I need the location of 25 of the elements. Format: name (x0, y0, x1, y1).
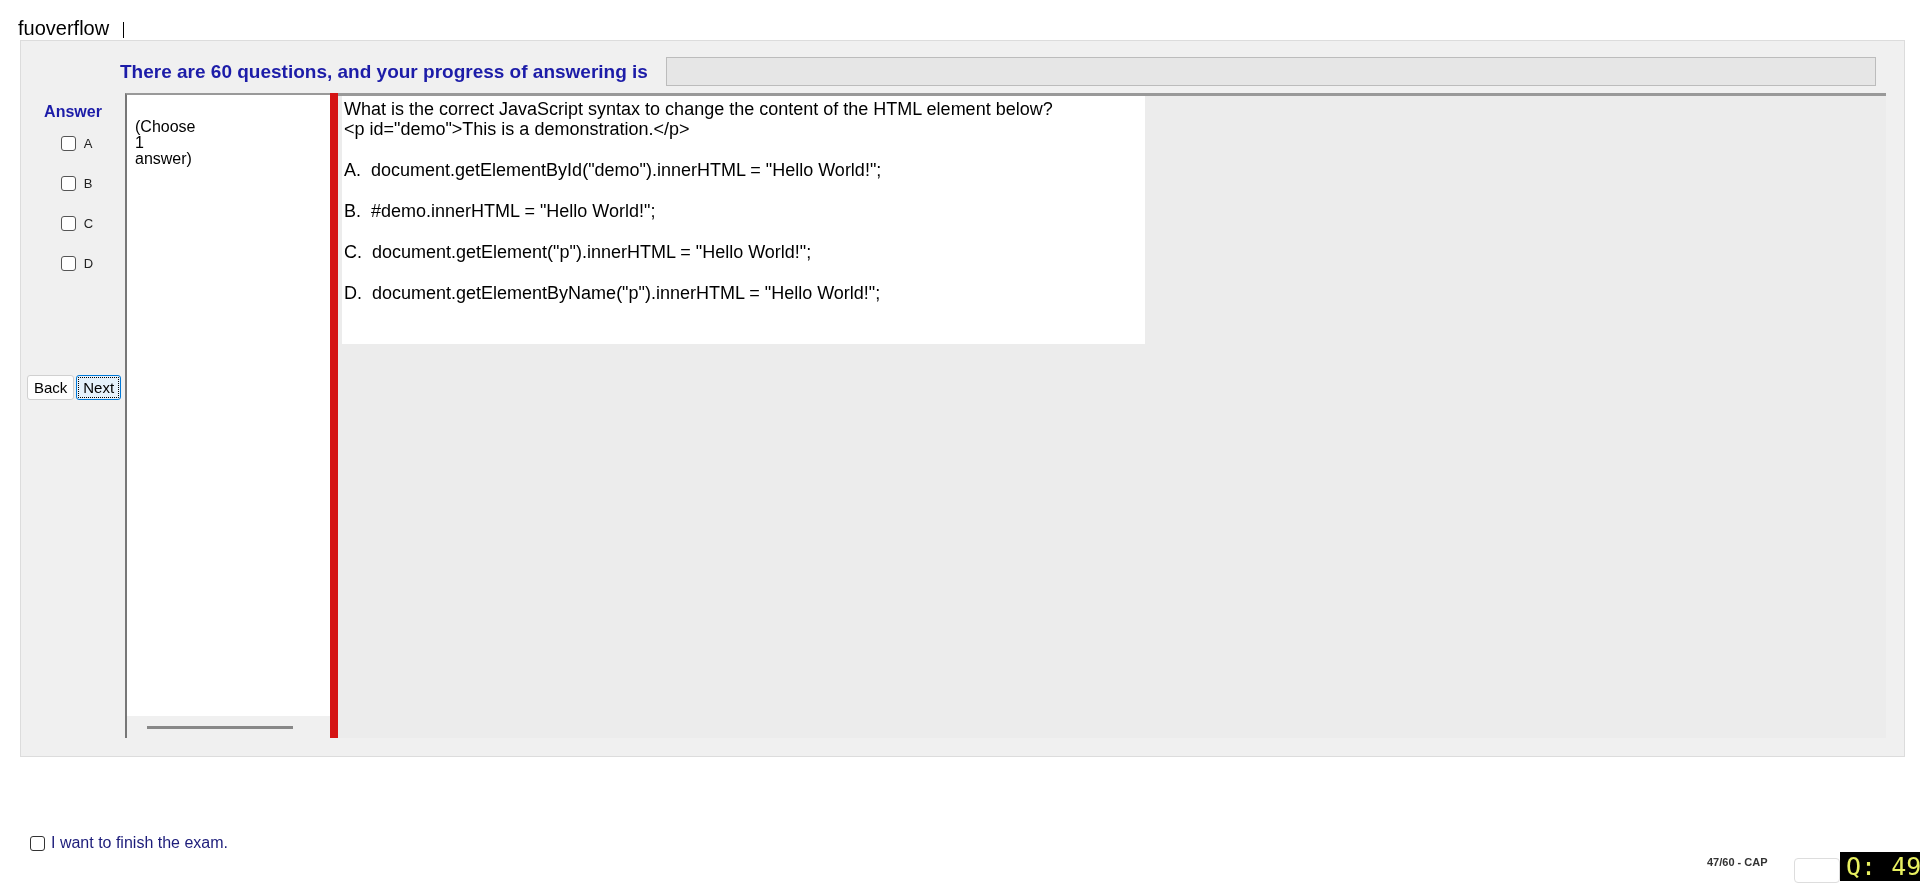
answer-choice: D. document.getElementByName("p").innerHTML = "Hello World!"; (344, 283, 882, 303)
horizontal-scrollbar[interactable] (127, 716, 330, 738)
question-text: <p id="demo">This is a demonstration.</p> (344, 119, 691, 139)
finish-label: I want to finish the exam. (51, 834, 228, 852)
answer-choice: C. document.getElement("p").innerHTML = "Hello World!"; (344, 242, 813, 262)
app-title: fuoverflow (18, 16, 110, 40)
checkbox[interactable] (60, 175, 76, 191)
option-label: B (83, 175, 93, 191)
checkbox[interactable] (30, 835, 45, 851)
option-label: D (83, 255, 94, 271)
nav-button[interactable]: Back (26, 375, 75, 400)
answer-choice: B. #demo.innerHTML = "Hello World!"; (344, 201, 657, 221)
answer-choice: A. document.getElementById("demo").innerHTML = "Hello World!"; (344, 160, 883, 180)
option-label: C (83, 215, 94, 231)
checkbox[interactable] (60, 135, 76, 151)
question-text: What is the correct JavaScript syntax to change the content of the HTML element below? (344, 99, 1054, 119)
question-badge: Q: 49 (1840, 852, 1920, 881)
progress-label: There are 60 questions, and your progress of answering is (120, 60, 648, 83)
checkbox[interactable] (60, 255, 76, 271)
status-text: 47/60 - CAP (1707, 856, 1768, 868)
answer-heading: Answer (44, 103, 102, 121)
option-label: A (83, 135, 93, 151)
nav-button[interactable]: Next (76, 375, 122, 400)
checkbox[interactable] (60, 215, 76, 231)
hint-text: (Choose 1 answer) (134, 117, 197, 169)
